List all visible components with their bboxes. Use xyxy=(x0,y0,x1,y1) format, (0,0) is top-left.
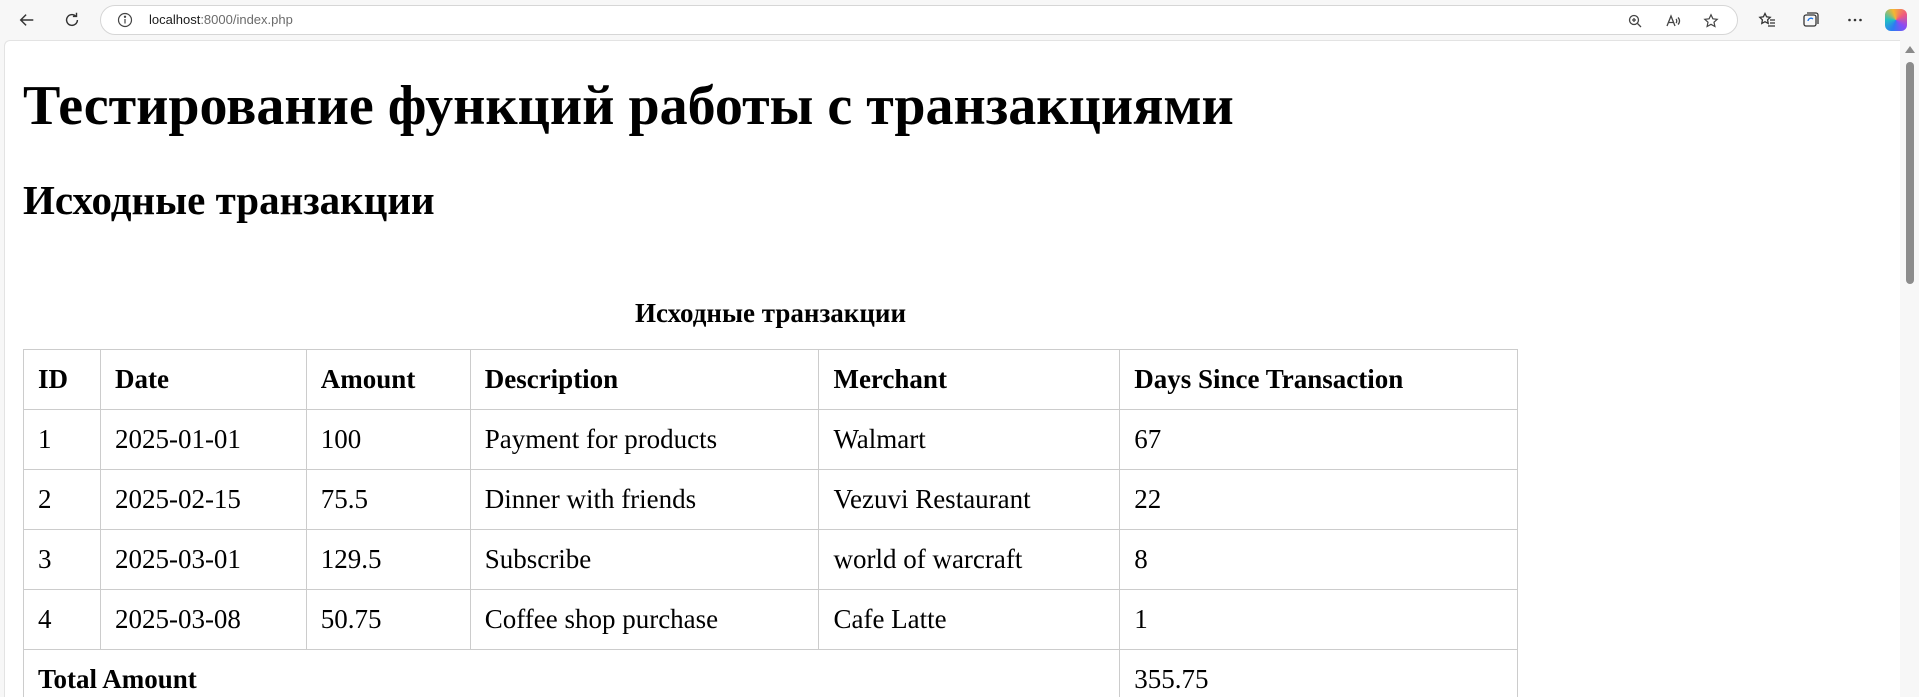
total-label: Total Amount xyxy=(22,649,1121,697)
url-host: localhost xyxy=(149,12,201,27)
cell-days-since: 8 xyxy=(1119,529,1518,590)
favorites-icon[interactable] xyxy=(1756,9,1778,31)
cell-days-since: 67 xyxy=(1119,409,1518,470)
cell-id: 1 xyxy=(23,409,101,470)
cell-days-since: 22 xyxy=(1119,469,1518,530)
info-icon[interactable] xyxy=(117,12,133,28)
header-amount: Amount xyxy=(305,349,471,410)
header-description: Description xyxy=(469,349,820,410)
table-caption: Исходные транзакции xyxy=(634,298,907,328)
cell-description: Payment for products xyxy=(469,409,820,470)
scroll-up-arrow-icon[interactable] xyxy=(1905,46,1915,53)
collections-icon[interactable] xyxy=(1800,9,1822,31)
transactions-table: Исходные транзакции ID Date Amount Descr… xyxy=(22,293,1518,697)
header-days-since: Days Since Transaction xyxy=(1119,349,1518,410)
copilot-icon[interactable] xyxy=(1885,9,1907,31)
total-row: Total Amount 355.75 xyxy=(22,649,1518,697)
back-arrow-icon[interactable] xyxy=(13,6,41,34)
cell-date: 2025-03-01 xyxy=(99,529,307,590)
star-icon[interactable] xyxy=(1701,11,1721,31)
table-row: 2 2025-02-15 75.5 Dinner with friends Ve… xyxy=(23,469,1518,530)
cell-amount: 129.5 xyxy=(305,529,471,590)
section-heading: Исходные транзакции xyxy=(23,177,435,223)
header-id: ID xyxy=(23,349,101,410)
url-text[interactable]: localhost:8000/index.php xyxy=(149,12,293,27)
table-header-row: ID Date Amount Description Merchant Days… xyxy=(23,349,1518,410)
page-title: Тестирование функций работы с транзакция… xyxy=(23,75,1234,137)
cell-days-since: 1 xyxy=(1119,589,1518,650)
cell-merchant: Walmart xyxy=(818,409,1121,470)
cell-date: 2025-03-08 xyxy=(99,589,307,650)
cell-merchant: Vezuvi Restaurant xyxy=(818,469,1121,530)
vertical-scrollbar[interactable] xyxy=(1900,40,1919,697)
cell-merchant: Cafe Latte xyxy=(818,589,1121,650)
scroll-thumb[interactable] xyxy=(1906,62,1914,284)
page-viewport: Тестирование функций работы с транзакция… xyxy=(4,40,1900,697)
cell-date: 2025-01-01 xyxy=(99,409,307,470)
address-bar[interactable]: localhost:8000/index.php xyxy=(100,5,1738,35)
url-path: :8000/index.php xyxy=(200,12,293,27)
cell-id: 3 xyxy=(23,529,101,590)
header-date: Date xyxy=(99,349,307,410)
total-value: 355.75 xyxy=(1119,649,1518,697)
cell-amount: 75.5 xyxy=(305,469,471,530)
cell-description: Subscribe xyxy=(469,529,820,590)
cell-merchant: world of warcraft xyxy=(818,529,1121,590)
cell-id: 2 xyxy=(23,469,101,530)
cell-amount: 100 xyxy=(305,409,471,470)
zoom-icon[interactable] xyxy=(1625,11,1645,31)
table-row: 1 2025-01-01 100 Payment for products Wa… xyxy=(23,409,1518,470)
table-row: 4 2025-03-08 50.75 Coffee shop purchase … xyxy=(23,589,1518,650)
read-aloud-icon[interactable] xyxy=(1663,11,1683,31)
cell-id: 4 xyxy=(23,589,101,650)
refresh-icon[interactable] xyxy=(58,6,86,34)
header-merchant: Merchant xyxy=(818,349,1121,410)
table-row: 3 2025-03-01 129.5 Subscribe world of wa… xyxy=(23,529,1518,590)
browser-toolbar: localhost:8000/index.php xyxy=(0,0,1919,40)
cell-description: Coffee shop purchase xyxy=(469,589,820,650)
cell-date: 2025-02-15 xyxy=(99,469,307,530)
more-icon[interactable] xyxy=(1844,9,1866,31)
cell-amount: 50.75 xyxy=(305,589,471,650)
cell-description: Dinner with friends xyxy=(469,469,820,530)
